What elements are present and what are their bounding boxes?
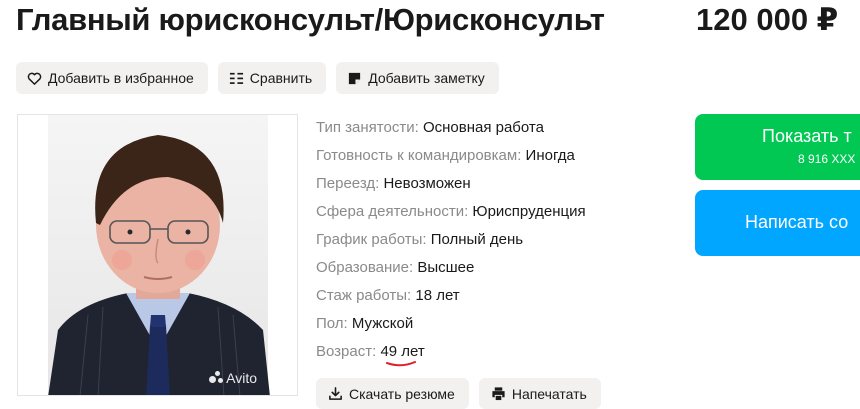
- avito-watermark: Avito: [209, 370, 257, 386]
- printer-icon: [492, 387, 505, 401]
- param-relocation: Переезд: Невозможен: [316, 175, 471, 192]
- heart-icon: [27, 72, 42, 85]
- download-resume-label: Скачать резюме: [349, 385, 455, 402]
- param-field: Сфера деятельности: Юриспруденция: [316, 203, 586, 220]
- compare-button[interactable]: Сравнить: [217, 62, 327, 94]
- param-business-trips: Готовность к командировкам: Иногда: [316, 147, 575, 164]
- avito-logo-icon: [209, 371, 224, 385]
- add-to-favorites-label: Добавить в избранное: [48, 70, 194, 86]
- add-note-button[interactable]: Добавить заметку: [336, 62, 499, 94]
- person-portrait: [48, 135, 270, 395]
- show-phone-button[interactable]: Показать т 8 916 XXX: [695, 114, 860, 180]
- download-icon: [329, 387, 342, 400]
- write-message-button[interactable]: Написать со: [695, 190, 860, 256]
- avito-watermark-label: Avito: [226, 370, 257, 386]
- param-schedule: График работы: Полный день: [316, 231, 524, 248]
- phone-number-partial: 8 916 XXX: [798, 152, 856, 166]
- price: 120 000 ₽: [696, 2, 839, 37]
- param-experience: Стаж работы: 18 лет: [316, 287, 460, 304]
- note-icon: [349, 72, 361, 84]
- resume-bottom-actions: Скачать резюме Напечатать: [316, 378, 601, 409]
- compare-label: Сравнить: [249, 70, 313, 86]
- page-title: Главный юрисконсульт/Юрисконсульт: [16, 2, 605, 37]
- print-button[interactable]: Напечатать: [478, 378, 601, 409]
- param-gender: Пол: Мужской: [316, 315, 414, 332]
- show-phone-label: Показать т: [762, 126, 852, 146]
- action-bar: Добавить в избранное Сравнить Добавить з…: [16, 62, 499, 94]
- resume-params: Тип занятости: Основная работа Готовност…: [316, 114, 586, 367]
- resume-photo[interactable]: Avito: [17, 114, 298, 396]
- add-note-label: Добавить заметку: [368, 70, 485, 86]
- param-age: Возраст: 49 лет: [316, 343, 425, 360]
- write-message-label: Написать со: [745, 212, 849, 232]
- param-education: Образование: Высшее: [316, 259, 475, 276]
- compare-icon: [229, 72, 243, 84]
- param-employment-type: Тип занятости: Основная работа: [316, 119, 544, 136]
- download-resume-button[interactable]: Скачать резюме: [316, 378, 469, 409]
- print-label: Напечатать: [511, 385, 587, 402]
- age-underline-mark: [386, 361, 416, 367]
- add-to-favorites-button[interactable]: Добавить в избранное: [16, 62, 208, 94]
